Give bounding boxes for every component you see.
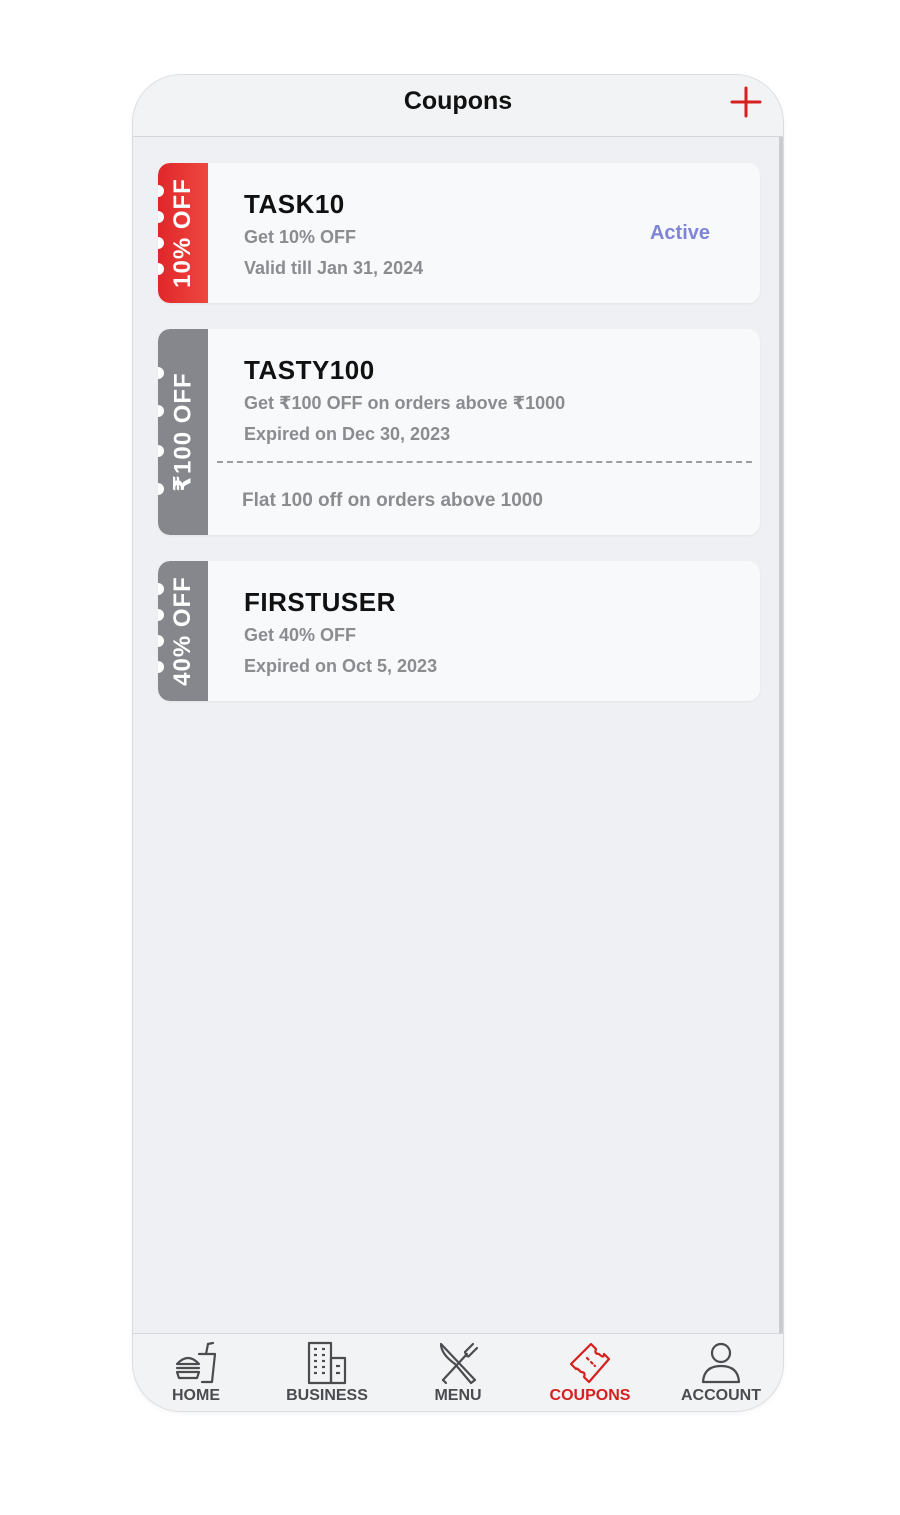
- discount-label: 10% OFF: [169, 178, 196, 288]
- coupon-stub: ₹100 OFF: [158, 329, 208, 535]
- coupon-validity: Valid till Jan 31, 2024: [244, 258, 424, 278]
- bottom-nav: HOME BUSINESS MENU COUPONS ACCOUNT: [133, 1333, 783, 1411]
- coupon-code: TASTY100: [244, 355, 375, 385]
- building-icon: [307, 1341, 347, 1385]
- scrollbar[interactable]: [779, 137, 783, 1333]
- stub-notch: [158, 237, 164, 249]
- coupon-note: Flat 100 off on orders above 1000: [242, 490, 543, 511]
- phone-screen: Coupons 10% OFF TASK10 Get 10% OFF Valid…: [133, 75, 783, 1411]
- stub-notch: [158, 583, 164, 595]
- coupon-stub: 40% OFF: [158, 561, 208, 701]
- plus-icon: [730, 86, 762, 118]
- coupon-card[interactable]: 40% OFF FIRSTUSER Get 40% OFF Expired on…: [158, 561, 760, 701]
- stub-notch: [158, 483, 164, 495]
- stub-notch: [158, 211, 164, 223]
- stub-notch: [158, 609, 164, 621]
- stub-notch: [158, 405, 164, 417]
- user-icon: [701, 1342, 741, 1384]
- nav-item-coupons[interactable]: COUPONS: [535, 1340, 645, 1410]
- nav-item-home[interactable]: HOME: [141, 1340, 251, 1410]
- nav-label: MENU: [434, 1387, 482, 1404]
- coupon-card[interactable]: 10% OFF TASK10 Get 10% OFF Valid till Ja…: [158, 163, 760, 303]
- coupon-card[interactable]: ₹100 OFF TASTY100 Get ₹100 OFF on orders…: [158, 329, 760, 535]
- nav-label: BUSINESS: [286, 1387, 368, 1404]
- status-badge: Active: [649, 222, 710, 244]
- nav-item-account[interactable]: ACCOUNT: [666, 1340, 776, 1410]
- stub-notch: [158, 635, 164, 647]
- discount-label: ₹100 OFF: [169, 372, 197, 492]
- ticket-icon: [569, 1342, 611, 1384]
- fork-knife-icon: [439, 1342, 479, 1385]
- coupon-list: 10% OFF TASK10 Get 10% OFF Valid till Ja…: [158, 163, 760, 727]
- stub-notch: [158, 367, 164, 379]
- nav-item-menu[interactable]: MENU: [403, 1340, 513, 1410]
- coupon-validity: Expired on Dec 30, 2023: [244, 424, 451, 444]
- page-title: Coupons: [403, 87, 513, 115]
- coupon-validity: Expired on Oct 5, 2023: [244, 656, 438, 676]
- burger-drink-icon: [175, 1341, 217, 1384]
- dashed-divider: [217, 461, 752, 463]
- stub-notch: [158, 185, 164, 197]
- nav-label: ACCOUNT: [681, 1387, 761, 1404]
- nav-label: HOME: [172, 1387, 220, 1404]
- coupon-stub: 10% OFF: [158, 163, 208, 303]
- coupon-description: Get ₹100 OFF on orders above ₹1000: [244, 393, 566, 413]
- stub-notch: [158, 263, 164, 275]
- discount-label: 40% OFF: [169, 576, 196, 686]
- header: Coupons: [133, 75, 783, 137]
- coupon-description: Get 40% OFF: [244, 625, 357, 645]
- coupon-description: Get 10% OFF: [244, 227, 357, 247]
- stub-notch: [158, 445, 164, 457]
- coupon-code: FIRSTUSER: [244, 587, 396, 617]
- stub-notch: [158, 661, 164, 673]
- nav-label: COUPONS: [549, 1387, 631, 1404]
- nav-item-business[interactable]: BUSINESS: [272, 1340, 382, 1410]
- add-coupon-button[interactable]: [729, 85, 763, 119]
- coupon-code: TASK10: [244, 189, 345, 219]
